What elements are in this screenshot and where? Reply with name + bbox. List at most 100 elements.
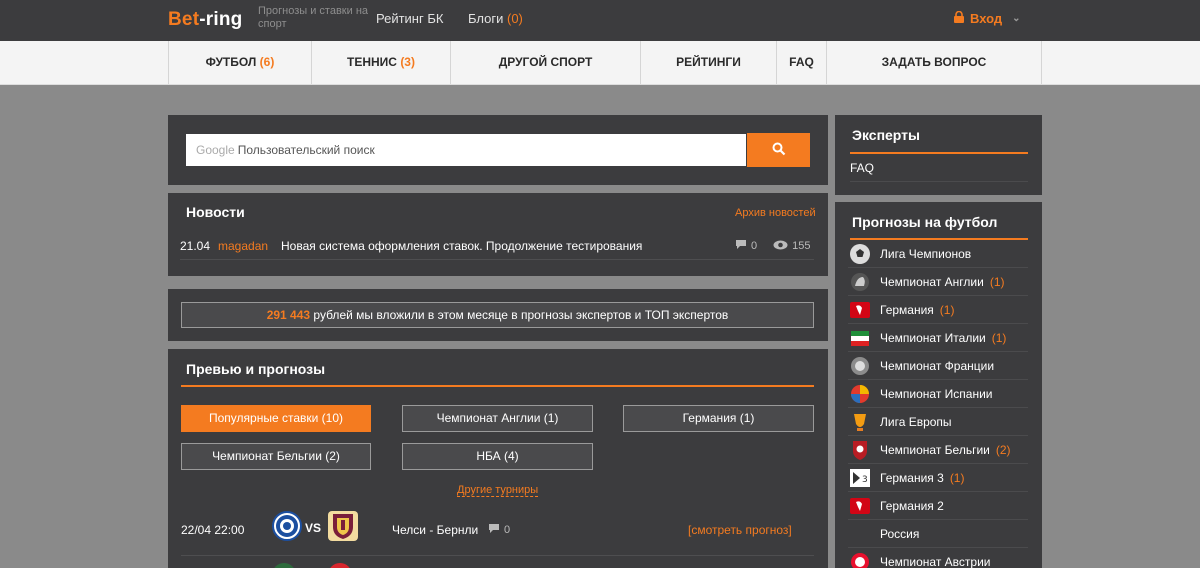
news-divider — [180, 259, 814, 260]
nav-other-sport[interactable]: ДРУГОЙ СПОРТ — [450, 41, 640, 84]
league-item[interactable]: Лига Чемпионов — [848, 240, 1028, 268]
news-author[interactable]: magadan — [218, 239, 268, 253]
league-count: (1) — [939, 302, 955, 317]
logo-part1: Bet — [168, 9, 200, 30]
promo-panel: 291 443 рублей мы вложили в этом месяце … — [168, 289, 828, 341]
nav-tennis[interactable]: ТЕННИС (3) — [311, 41, 450, 84]
experts-faq-link[interactable]: FAQ — [850, 154, 1028, 182]
news-archive-link[interactable]: Архив новостей — [735, 207, 816, 219]
match-divider — [181, 555, 814, 556]
logo[interactable]: Bet-ring — [168, 9, 242, 31]
previews-panel: Превью и прогнозы Популярные ставки (10)… — [168, 349, 828, 568]
experts-panel: Эксперты FAQ — [835, 115, 1042, 195]
league-label: Чемпионат Австрии — [880, 554, 991, 568]
league-label: Германия — [880, 302, 934, 317]
top-bar: Bet-ring Прогнозы и ставки на спорт Рейт… — [0, 0, 1200, 41]
league-label: Чемпионат Италии — [880, 330, 986, 345]
filter-england[interactable]: Чемпионат Англии (1) — [402, 405, 593, 432]
burnley-logo-icon — [328, 511, 358, 541]
chelsea-logo-icon — [272, 511, 302, 541]
search-panel: Google Пользовательский поиск — [168, 115, 828, 185]
match-row: 22/04 22:00 VS Челси - Бернли 0 [смотрет… — [181, 511, 814, 559]
league-label: Лига Европы — [880, 414, 952, 429]
league-count: (1) — [989, 274, 1005, 289]
bundesliga-icon — [848, 299, 872, 321]
news-panel: Новости Архив новостей 21.04 magadan Нов… — [168, 193, 828, 276]
view-prediction-link[interactable]: [смотреть прогноз] — [688, 523, 792, 537]
ball-icon — [848, 243, 872, 265]
news-views-count: 155 — [792, 240, 811, 252]
league-label: Чемпионат Бельгии — [880, 442, 990, 457]
league-item[interactable]: Германия (1) — [848, 296, 1028, 324]
news-meta: 0 155 — [735, 239, 810, 253]
filter-belgium[interactable]: Чемпионат Бельгии (2) — [181, 443, 371, 470]
league-item[interactable]: 3 Германия 3 (1) — [848, 464, 1028, 492]
league-label: Германия 3 — [880, 470, 944, 485]
blogs-link[interactable]: Блоги (0) — [468, 11, 523, 26]
league-item[interactable]: Чемпионат Франции — [848, 352, 1028, 380]
bundesliga2-icon — [848, 495, 872, 517]
filter-popular[interactable]: Популярные ставки (10) — [181, 405, 371, 432]
promo-text: рублей мы вложили в этом месяце в прогно… — [310, 308, 729, 322]
match-name[interactable]: Челси - Бернли — [392, 523, 478, 537]
filter-germany[interactable]: Германия (1) — [623, 405, 814, 432]
league-label: Чемпионат Франции — [880, 358, 995, 373]
nav-tennis-count: (3) — [400, 55, 415, 69]
other-tournaments-link[interactable]: Другие турниры — [457, 484, 539, 497]
nav-ask-question[interactable]: ЗАДАТЬ ВОПРОС — [826, 41, 1042, 84]
spain-icon — [848, 383, 872, 405]
league-item[interactable]: Россия — [848, 520, 1028, 548]
promo-banner[interactable]: 291 443 рублей мы вложили в этом месяце … — [181, 302, 814, 328]
search-button[interactable] — [747, 133, 810, 167]
team-logo-icon — [328, 563, 352, 568]
rating-link[interactable]: Рейтинг БК — [376, 11, 443, 26]
nav-other-sport-label: ДРУГОЙ СПОРТ — [498, 55, 593, 69]
league-item[interactable]: Германия 2 — [848, 492, 1028, 520]
news-date: 21.04 — [180, 239, 211, 253]
news-comments-count: 0 — [751, 240, 758, 252]
chevron-down-icon: ⌄ — [1012, 13, 1021, 24]
previews-title: Превью и прогнозы — [186, 361, 326, 377]
news-title: Новости — [186, 204, 245, 220]
lock-icon — [954, 10, 964, 26]
comment-icon — [735, 239, 747, 253]
league-item[interactable]: Чемпионат Италии (1) — [848, 324, 1028, 352]
experts-faq-label: FAQ — [850, 160, 875, 175]
belgium-icon — [848, 439, 872, 461]
nav-ratings[interactable]: РЕЙТИНГИ — [640, 41, 776, 84]
nav-faq-label: FAQ — [789, 55, 814, 69]
search-placeholder: Пользовательский поиск — [237, 143, 375, 157]
europa-icon — [848, 411, 872, 433]
league-label: Лига Чемпионов — [880, 246, 972, 261]
league-item[interactable]: Чемпионат Испании — [848, 380, 1028, 408]
previews-underline — [181, 385, 814, 387]
blogs-link-label: Блоги — [468, 11, 504, 26]
league-item[interactable]: Чемпионат Бельгии (2) — [848, 436, 1028, 464]
search-input[interactable]: Google Пользовательский поиск — [186, 134, 746, 166]
match-comments: 0 — [488, 523, 510, 537]
nav-football-count: (6) — [259, 55, 275, 69]
france-icon — [848, 355, 872, 377]
nav-faq[interactable]: FAQ — [776, 41, 826, 84]
league-item[interactable]: Чемпионат Англии (1) — [848, 268, 1028, 296]
nav-football[interactable]: ФУТБОЛ (6) — [168, 41, 311, 84]
main-nav: ФУТБОЛ (6) ТЕННИС (3) ДРУГОЙ СПОРТ РЕЙТИ… — [0, 41, 1200, 85]
comment-icon — [488, 523, 500, 537]
league-count: (1) — [949, 470, 965, 485]
nav-ask-question-label: ЗАДАТЬ ВОПРОС — [881, 55, 987, 69]
league-label: Чемпионат Англии — [880, 274, 984, 289]
league-count: (1) — [991, 330, 1007, 345]
league-item[interactable]: Лига Европы — [848, 408, 1028, 436]
logo-part2: -ring — [199, 9, 243, 30]
blogs-count: (0) — [506, 11, 523, 26]
login-button[interactable]: Вход ⌄ — [954, 10, 1021, 26]
nav-football-label: ФУТБОЛ — [205, 55, 257, 69]
login-label: Вход — [970, 11, 1003, 26]
google-brand: Google — [196, 143, 235, 157]
league-item[interactable]: Чемпионат Австрии — [848, 548, 1028, 568]
italy-icon — [848, 327, 872, 349]
experts-title: Эксперты — [852, 127, 920, 143]
news-item-title[interactable]: Новая система оформления ставок. Продолж… — [281, 239, 642, 253]
filter-nba[interactable]: НБА (4) — [402, 443, 593, 470]
team-logo-icon — [272, 563, 296, 568]
